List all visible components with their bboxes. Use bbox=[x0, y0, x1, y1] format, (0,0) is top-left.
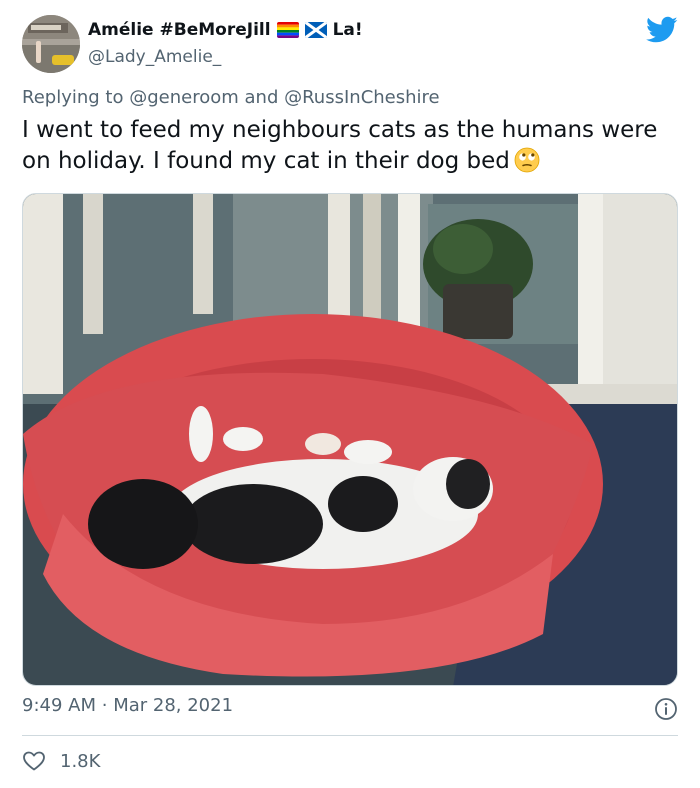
author-display-name[interactable]: Amélie #BeMoreJill bbox=[88, 20, 271, 40]
avatar[interactable] bbox=[22, 15, 80, 73]
replying-to-line: Replying to @generoom and @RussInCheshir… bbox=[22, 87, 440, 108]
info-icon[interactable] bbox=[654, 697, 678, 721]
meta-separator: · bbox=[101, 695, 108, 716]
author-handle[interactable]: @Lady_Amelie_ bbox=[88, 47, 221, 67]
author-name-row[interactable]: Amélie #BeMoreJill La! bbox=[88, 20, 363, 40]
reply-mention-generoom[interactable]: @generoom bbox=[129, 87, 239, 108]
heart-icon[interactable] bbox=[22, 749, 46, 773]
twitter-bird-icon[interactable] bbox=[646, 16, 678, 44]
tweet-timestamp[interactable]: 9:49 AM · Mar 28, 2021 bbox=[22, 695, 233, 716]
tweet-date[interactable]: Mar 28, 2021 bbox=[113, 695, 233, 716]
scotland-flag-icon bbox=[304, 22, 327, 38]
cat-in-red-dog-bed-photo[interactable] bbox=[22, 193, 678, 686]
tweet-card: Amélie #BeMoreJill La! @Lady_Amelie_ Rep… bbox=[0, 0, 700, 788]
reply-prefix: Replying to bbox=[22, 87, 124, 108]
tweet-time[interactable]: 9:49 AM bbox=[22, 695, 96, 716]
rainbow-flag-icon bbox=[276, 22, 299, 38]
divider bbox=[22, 735, 678, 736]
tweet-text-block: I went to feed my neighbours cats as the… bbox=[22, 115, 682, 177]
face-with-rolling-eyes-icon bbox=[514, 147, 540, 173]
reply-conjunction: and bbox=[244, 87, 279, 108]
tweet-text: I went to feed my neighbours cats as the… bbox=[22, 117, 658, 174]
reply-mention-russincheshire[interactable]: @RussInCheshire bbox=[284, 87, 440, 108]
author-name-suffix: La! bbox=[332, 20, 363, 40]
like-button[interactable]: 1.8K bbox=[22, 749, 100, 773]
like-count: 1.8K bbox=[60, 750, 101, 772]
